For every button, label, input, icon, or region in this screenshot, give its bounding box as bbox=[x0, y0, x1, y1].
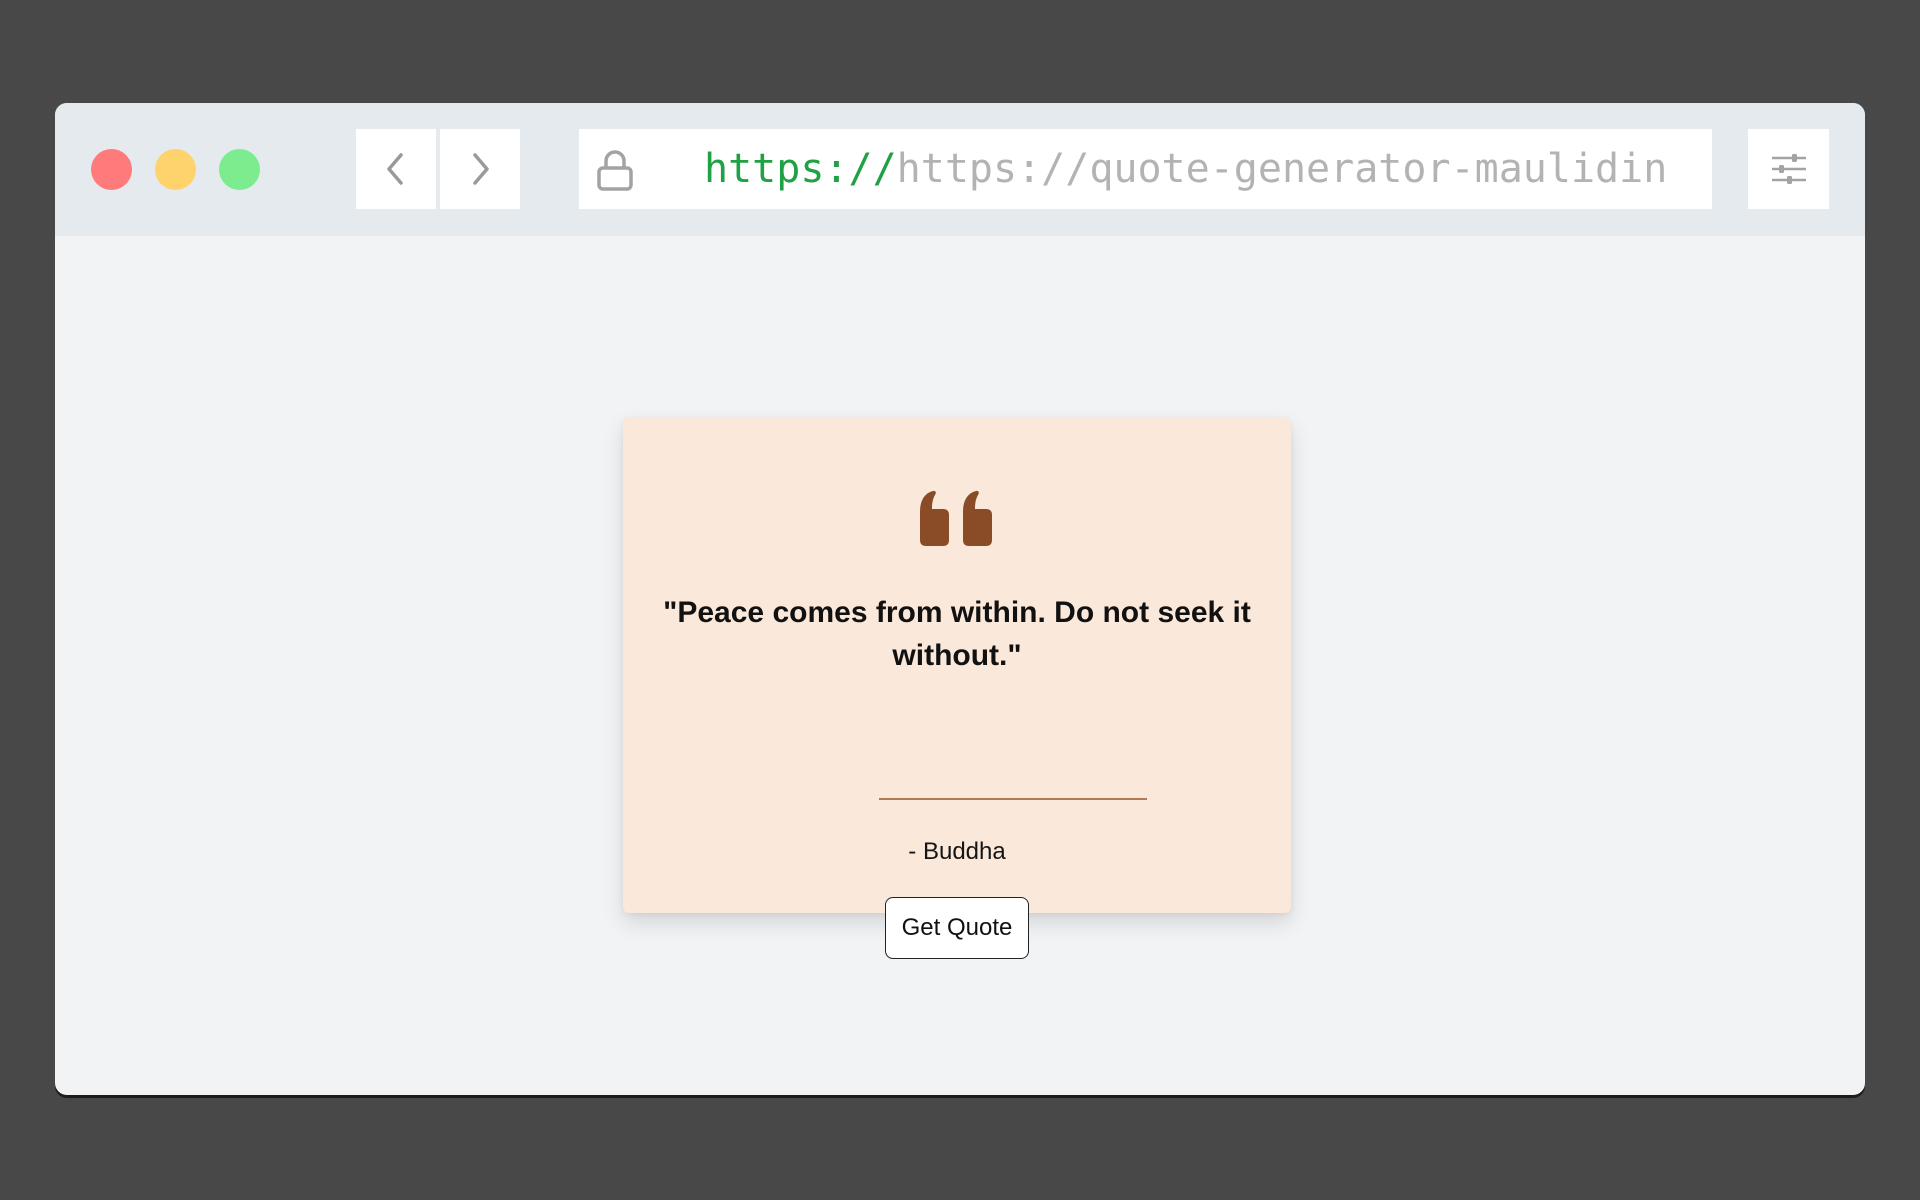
url-scheme: https:// bbox=[704, 146, 897, 192]
forward-button[interactable] bbox=[440, 129, 520, 209]
browser-toolbar: https://https://quote-generator-maulidin… bbox=[55, 103, 1865, 236]
quote-icon bbox=[920, 490, 992, 546]
divider bbox=[879, 798, 1147, 800]
maximize-window-button[interactable] bbox=[219, 149, 260, 190]
chevron-right-icon bbox=[473, 153, 489, 185]
quote-card: "Peace comes from within. Do not seek it… bbox=[623, 417, 1291, 959]
settings-button[interactable] bbox=[1748, 129, 1829, 209]
get-quote-button[interactable]: Get Quote bbox=[885, 897, 1029, 959]
address-bar[interactable]: https://https://quote-generator-maulidin… bbox=[579, 129, 1712, 209]
lock-icon bbox=[597, 150, 633, 191]
chevron-left-icon bbox=[387, 153, 403, 185]
close-window-button[interactable] bbox=[91, 149, 132, 190]
url-text[interactable]: https://https://quote-generator-maulidin… bbox=[704, 129, 1670, 209]
url-path: https://quote-generator-maulidin-ilh bbox=[896, 146, 1670, 192]
minimize-window-button[interactable] bbox=[155, 149, 196, 190]
back-button[interactable] bbox=[356, 129, 436, 209]
quote-text: "Peace comes from within. Do not seek it… bbox=[663, 596, 1251, 672]
sliders-icon bbox=[1771, 154, 1806, 184]
quote-author: - Buddha bbox=[908, 838, 1006, 865]
browser-window: https://https://quote-generator-maulidin… bbox=[55, 103, 1865, 1095]
